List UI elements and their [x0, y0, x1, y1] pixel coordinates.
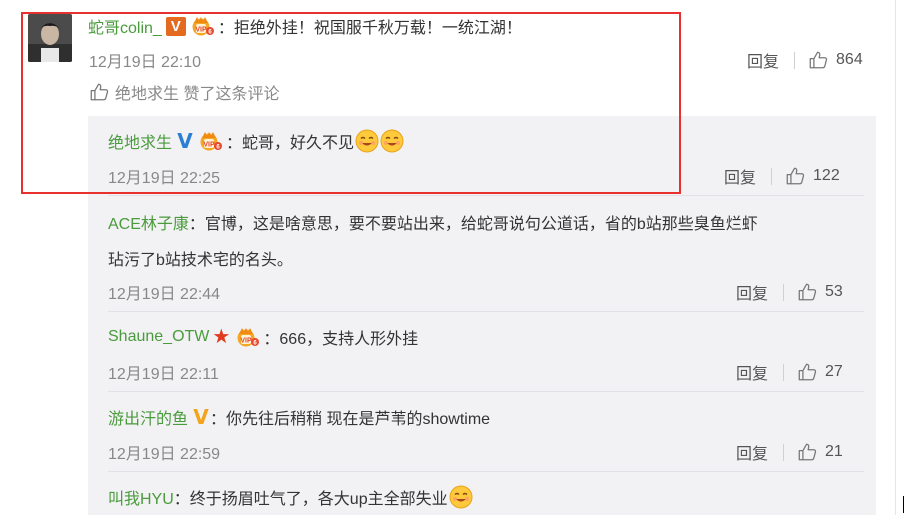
reply-actions: 回复 27 [736, 360, 843, 384]
reply-button[interactable]: 回复 [736, 440, 768, 464]
divider [108, 311, 864, 312]
reply-username[interactable]: Shaune_OTW [108, 328, 209, 346]
reply-time: 12月19日 22:44 [108, 286, 221, 303]
reply-username[interactable]: 绝地求生 [108, 129, 172, 153]
divider [108, 471, 864, 472]
reply-line: ACE林子康 ：官博，这是啥意思，要不要站出来，给蛇哥说句公道话，省的b站那些臭… [108, 210, 758, 234]
reply-line: 游出汗的鱼 V ：你先往后稍稍 现在是芦苇的showtime [108, 405, 490, 429]
thumbs-up-icon [808, 50, 828, 70]
like-count: 27 [825, 363, 843, 380]
thumbs-up-icon [797, 442, 817, 462]
reply-actions: 回复 122 [724, 164, 840, 188]
action-divider [783, 283, 785, 301]
divider [108, 391, 864, 392]
vip-icon [197, 130, 223, 152]
reply-line: Shaune_OTW ★ ：666，支持人形外挂 [108, 325, 418, 349]
like-count: 53 [825, 283, 843, 300]
like-button[interactable]: 27 [797, 362, 843, 382]
reply-time: 12月19日 22:11 [108, 366, 219, 383]
vip-icon [234, 326, 260, 348]
reply-button[interactable]: 回复 [747, 48, 779, 72]
action-divider [794, 51, 796, 69]
thumbs-up-icon [89, 82, 109, 102]
reply-button[interactable]: 回复 [736, 280, 768, 304]
divider [108, 195, 864, 196]
reply-actions: 回复 21 [736, 440, 843, 464]
like-count: 864 [836, 51, 863, 68]
liked-by-text: 绝地求生 赞了这条评论 [115, 86, 280, 103]
reply-time: 12月19日 22:25 [108, 170, 221, 187]
page-edge-divider [895, 0, 896, 515]
avatar[interactable] [28, 14, 72, 62]
main-comment-actions: 回复 864 [747, 48, 863, 72]
action-divider [783, 363, 785, 381]
thumbs-up-icon [797, 282, 817, 302]
comment-thread: 蛇哥colin_ V ：拒绝外挂！祝国服千秋万载！一统江湖！ 12月19日 22… [0, 0, 908, 515]
like-count: 21 [825, 443, 843, 460]
main-comment-time: 12月19日 22:10 [89, 54, 202, 71]
reply-text: ：终于扬眉吐气了，各大up主全部失业 [173, 491, 448, 508]
thumbs-up-icon [797, 362, 817, 382]
emoji-icon [355, 129, 379, 153]
reply-list: 绝地求生 V ：蛇哥，好久不见 12月19日 22:25 回复 122 ACE林… [88, 116, 876, 515]
reply-text: ：你先往后稍稍 现在是芦苇的showtime [210, 411, 491, 428]
text-cursor [903, 496, 904, 513]
reply-username[interactable]: 游出汗的鱼 [108, 405, 188, 429]
emoji-icon [380, 129, 404, 153]
reply-text: ：666，支持人形外挂 [263, 331, 419, 348]
emoji-icon [449, 485, 473, 509]
like-button[interactable]: 122 [785, 166, 840, 186]
reply-text: ：官博，这是啥意思，要不要站出来，给蛇哥说句公道话，省的b站那些臭鱼烂虾 [188, 216, 758, 233]
main-comment-username[interactable]: 蛇哥colin_ [88, 14, 162, 38]
thumbs-up-icon [785, 166, 805, 186]
like-count: 122 [813, 167, 840, 184]
verified-badge-icon: V [193, 405, 209, 429]
liked-by-line: 绝地求生 赞了这条评论 [89, 80, 279, 104]
action-divider [771, 167, 773, 185]
like-button[interactable]: 864 [808, 50, 863, 70]
reply-line: 绝地求生 V ：蛇哥，好久不见 [108, 129, 404, 153]
reply-line: 叫我HYU ：终于扬眉吐气了，各大up主全部失业 [108, 485, 473, 509]
verified-badge-icon: V [165, 16, 186, 36]
reply-actions: 回复 53 [736, 280, 843, 304]
like-button[interactable]: 53 [797, 282, 843, 302]
vip-icon [189, 15, 215, 37]
reply-text: ：蛇哥，好久不见 [226, 135, 355, 152]
reply-username[interactable]: 叫我HYU [108, 485, 174, 509]
reply-username[interactable]: ACE林子康 [108, 210, 189, 234]
action-divider [783, 443, 785, 461]
star-badge-icon: ★ [212, 326, 231, 348]
reply-time: 12月19日 22:59 [108, 446, 221, 463]
reply-button[interactable]: 回复 [724, 164, 756, 188]
like-button[interactable]: 21 [797, 442, 843, 462]
verified-badge-icon: V [177, 129, 193, 153]
main-comment-line: 蛇哥colin_ V ：拒绝外挂！祝国服千秋万载！一统江湖！ [88, 14, 522, 38]
reply-button[interactable]: 回复 [736, 360, 768, 384]
reply-text-continued: 玷污了b站技术宅的名头。 [108, 252, 293, 269]
main-comment-text: ：拒绝外挂！祝国服千秋万载！一统江湖！ [217, 20, 522, 37]
